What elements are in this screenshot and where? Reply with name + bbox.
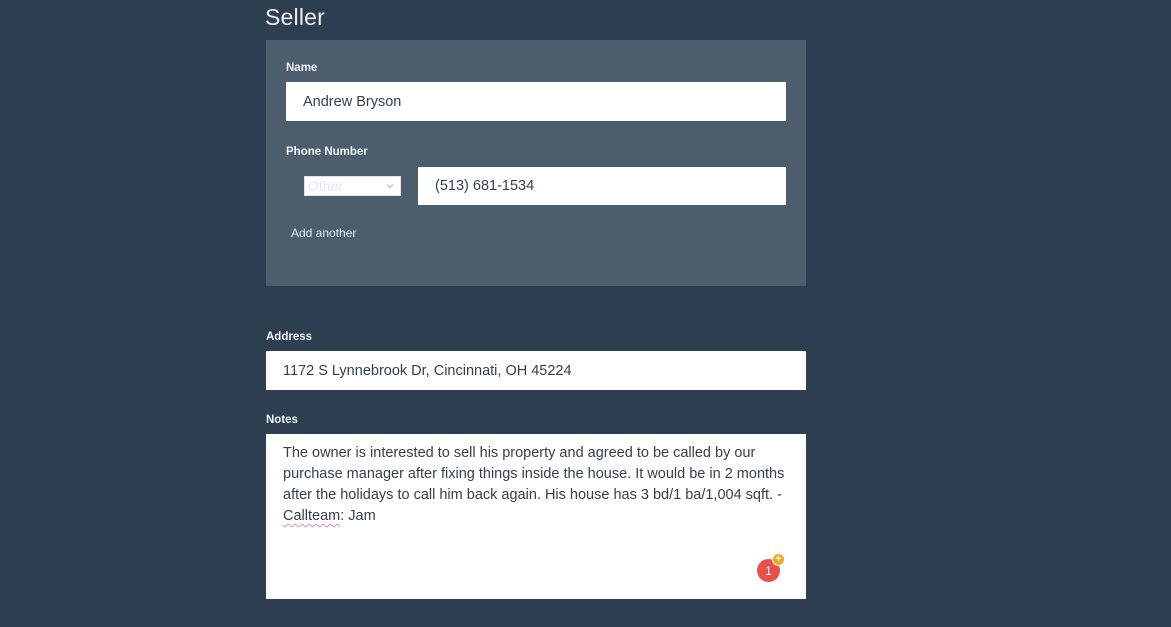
address-label: Address [266, 331, 313, 343]
notes-textarea[interactable]: The owner is interested to sell his prop… [266, 434, 806, 599]
next-section-heading-cutoff [266, 620, 396, 627]
add-another-link[interactable]: Add another [291, 226, 356, 240]
phone-number-label: Phone Number [286, 146, 368, 158]
page: Seller Name Andrew Bryson Phone Number O… [0, 0, 1171, 627]
address-field[interactable]: 1172 S Lynnebrook Dr, Cincinnati, OH 452… [266, 351, 806, 390]
notes-text-end: : Jam [340, 508, 376, 524]
name-field[interactable]: Andrew Bryson [286, 82, 786, 121]
address-field-value: 1172 S Lynnebrook Dr, Cincinnati, OH 452… [283, 362, 572, 379]
chevron-down-icon [386, 184, 394, 189]
extension-badge-count: 1 [765, 563, 772, 578]
badge-plus-icon: + [772, 553, 785, 566]
phone-type-select[interactable]: Other [304, 176, 401, 196]
phone-number-field[interactable]: (513) 681-1534 [418, 167, 786, 205]
name-label: Name [286, 62, 318, 74]
seller-panel: Name Andrew Bryson Phone Number Other (5… [266, 40, 806, 286]
phone-type-value: Other [308, 178, 344, 194]
notes-label: Notes [266, 414, 298, 426]
name-field-value: Andrew Bryson [303, 93, 402, 110]
notes-misspelled-word: Callteam [283, 508, 341, 524]
phone-number-value: (513) 681-1534 [435, 178, 535, 194]
notes-text: The owner is interested to sell his prop… [283, 445, 785, 503]
section-title-seller: Seller [265, 4, 326, 30]
